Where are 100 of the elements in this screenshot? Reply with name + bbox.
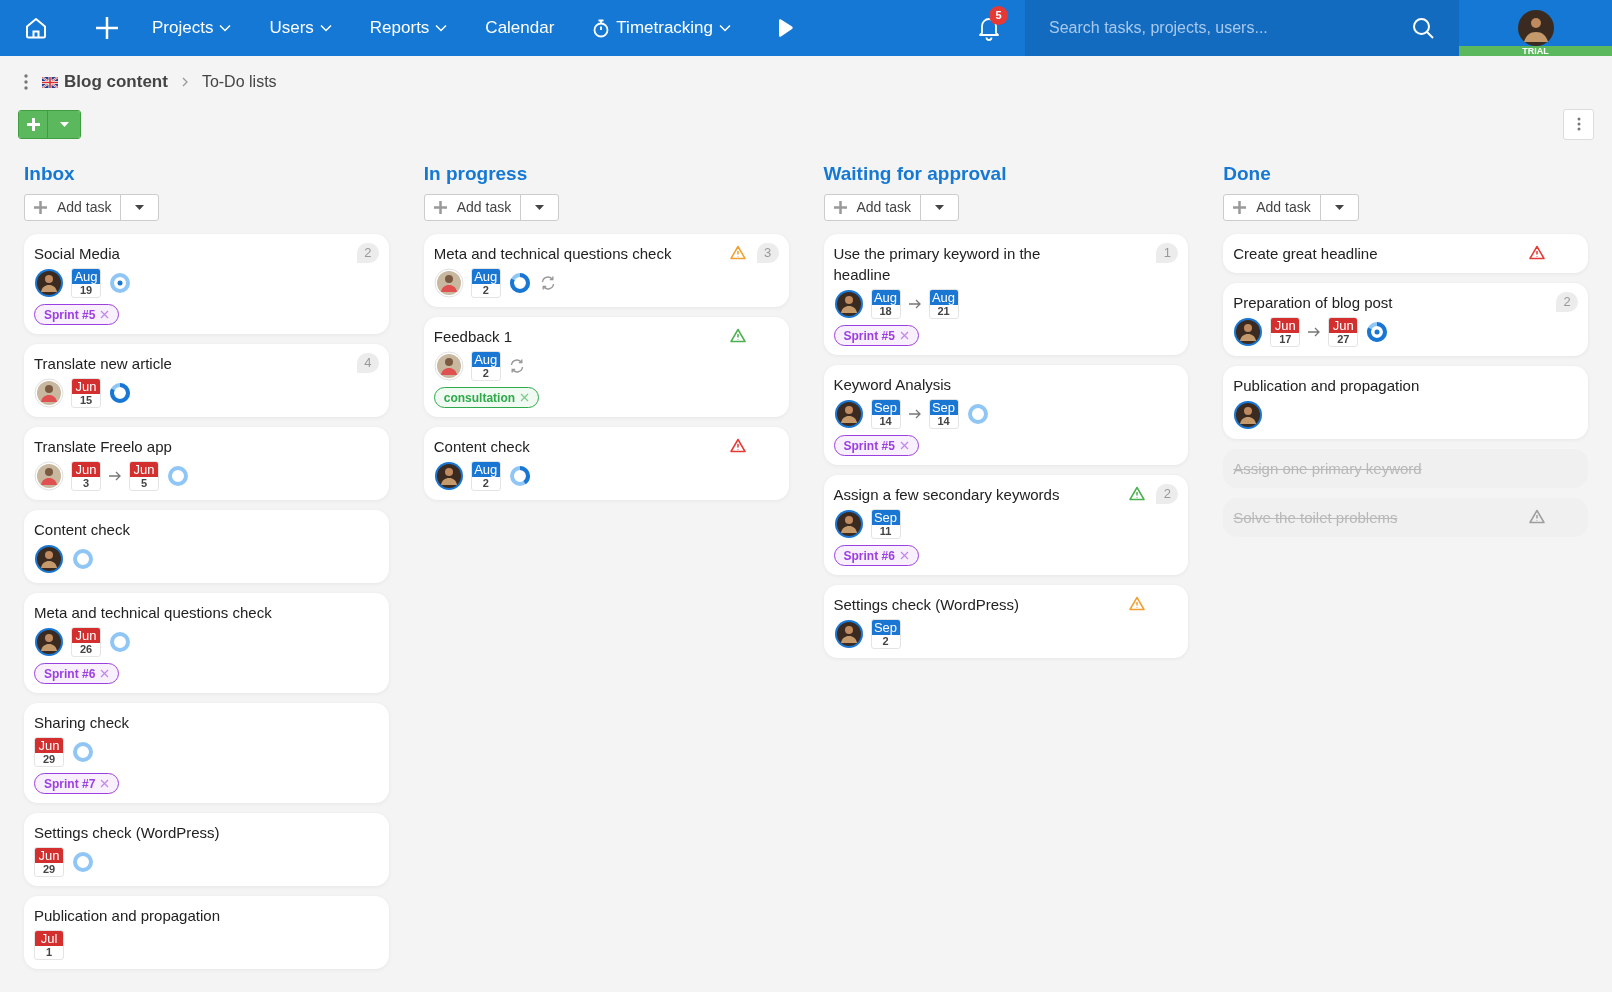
date-badge: Sep 14 bbox=[928, 399, 959, 429]
search-icon[interactable] bbox=[1411, 16, 1436, 40]
task-card[interactable]: Social Media 2 Aug 19 Sprint #5 bbox=[24, 234, 389, 334]
date-badge: Sep 2 bbox=[870, 619, 901, 649]
comment-count: 2 bbox=[1556, 292, 1578, 312]
arrow-right-icon bbox=[907, 409, 922, 419]
breadcrumb-link[interactable]: Blog content bbox=[64, 69, 168, 95]
date-badge: Sep 11 bbox=[870, 509, 901, 539]
task-card[interactable]: Content check Aug 2 bbox=[423, 427, 789, 500]
comment-count: 2 bbox=[1156, 484, 1179, 504]
plus-icon bbox=[433, 201, 447, 214]
arrow-right-icon bbox=[1307, 327, 1322, 337]
date-badge: Jun 3 bbox=[71, 461, 101, 491]
task-title: Assign one primary keyword bbox=[1233, 459, 1422, 479]
task-title: Content check bbox=[34, 520, 130, 540]
task-card[interactable]: Meta and technical questions check Jun 26 Sprint #6 bbox=[24, 593, 389, 693]
tag[interactable]: Sprint #6 bbox=[833, 545, 919, 566]
chevron-down-icon bbox=[435, 24, 448, 32]
comment-count: 1 bbox=[1156, 243, 1179, 263]
nav-menu-item[interactable]: Reports bbox=[369, 15, 448, 41]
task-title: Sharing check bbox=[34, 713, 130, 733]
task-title: Use the primary keyword in the headline bbox=[833, 244, 1042, 285]
close-icon[interactable] bbox=[899, 551, 909, 560]
more-vertical-icon bbox=[1576, 117, 1581, 131]
task-card[interactable]: Translate Freelo app Jun 3 Jun 5 bbox=[24, 427, 389, 500]
date-badge: Jun 5 bbox=[129, 461, 159, 491]
nav-menu-item[interactable]: Timetracking bbox=[592, 15, 732, 41]
search-field[interactable]: Search tasks, projects, users... bbox=[1025, 0, 1460, 56]
task-title: Publication and propagation bbox=[34, 906, 220, 926]
task-title: Preparation of blog post bbox=[1233, 293, 1393, 313]
task-card[interactable]: Translate new article 4 Jun 15 bbox=[24, 344, 389, 417]
date-badge: Jun 15 bbox=[71, 378, 101, 408]
comment-count: 2 bbox=[356, 243, 379, 263]
date-badge: Jun 27 bbox=[1328, 317, 1359, 347]
date-badge: Aug 2 bbox=[470, 268, 501, 298]
task-card[interactable]: Settings check (WordPress) Jun 29 bbox=[24, 813, 389, 886]
arrow-right-icon bbox=[907, 299, 922, 309]
play-icon[interactable] bbox=[777, 19, 794, 37]
plus-icon[interactable] bbox=[94, 15, 120, 41]
close-icon[interactable] bbox=[100, 669, 110, 678]
close-icon[interactable] bbox=[100, 779, 110, 788]
task-card[interactable]: Content check bbox=[24, 510, 389, 583]
close-icon[interactable] bbox=[100, 310, 110, 319]
tag[interactable]: Sprint #5 bbox=[833, 325, 919, 346]
task-title: Translate Freelo app bbox=[34, 437, 172, 457]
task-title: Solve the toilet problems bbox=[1233, 508, 1398, 528]
nav-menu-item[interactable]: Projects bbox=[152, 15, 232, 41]
task-title: Settings check (WordPress) bbox=[833, 595, 1020, 615]
task-title: Settings check (WordPress) bbox=[34, 823, 220, 843]
task-card[interactable]: Create great headline bbox=[1223, 234, 1588, 273]
tag[interactable]: Sprint #6 bbox=[34, 663, 120, 684]
tag[interactable]: Sprint #7 bbox=[34, 773, 120, 794]
task-card[interactable]: Preparation of blog post 2 Jun 17 Jun 27 bbox=[1223, 283, 1588, 356]
flag-icon bbox=[42, 76, 58, 88]
date-badge: Sep 14 bbox=[870, 399, 901, 429]
plus-icon bbox=[1233, 201, 1247, 214]
task-card[interactable]: Publication and propagation Jul 1 bbox=[24, 896, 389, 969]
tag[interactable]: Sprint #5 bbox=[34, 304, 120, 325]
notification-badge: 5 bbox=[989, 6, 1009, 25]
task-card[interactable]: Settings check (WordPress) Sep 2 bbox=[823, 585, 1189, 658]
nav-menu-item[interactable]: Calendar bbox=[485, 15, 555, 41]
column-title: Inbox bbox=[24, 162, 76, 186]
task-title: Create great headline bbox=[1233, 244, 1378, 264]
plus-icon bbox=[26, 117, 40, 131]
plus-icon bbox=[34, 201, 47, 214]
chevron-down-icon bbox=[319, 24, 332, 32]
home-icon[interactable] bbox=[24, 16, 48, 40]
chevron-down-icon bbox=[219, 24, 232, 32]
arrow-right-icon bbox=[108, 471, 122, 481]
task-card[interactable]: Publication and propagation bbox=[1223, 366, 1588, 439]
add-button[interactable] bbox=[19, 110, 48, 138]
task-title: Meta and technical questions check bbox=[433, 244, 672, 264]
close-icon[interactable] bbox=[899, 441, 909, 450]
stopwatch-icon bbox=[592, 18, 611, 38]
task-card[interactable]: Keyword Analysis Sep 14 Sep 14 Sprint #5 bbox=[823, 365, 1189, 465]
date-badge: Aug 2 bbox=[470, 351, 501, 381]
date-badge: Aug 19 bbox=[71, 268, 101, 298]
task-card[interactable]: Sharing check Jun 29 Sprint #7 bbox=[24, 703, 389, 803]
task-title: Social Media bbox=[34, 244, 120, 264]
nav-menu-item[interactable]: Users bbox=[269, 15, 332, 41]
date-badge: Jun 17 bbox=[1270, 317, 1301, 347]
dropdown-button[interactable] bbox=[48, 110, 80, 138]
search-input[interactable]: Search tasks, projects, users... bbox=[1049, 16, 1412, 40]
date-badge: Jul 1 bbox=[34, 930, 64, 960]
task-card[interactable]: Meta and technical questions check 3 Aug 2 bbox=[423, 234, 789, 307]
caret-icon bbox=[135, 205, 145, 210]
caret-icon bbox=[935, 205, 944, 210]
comment-count: 4 bbox=[356, 353, 379, 373]
close-icon[interactable] bbox=[899, 331, 909, 340]
date-badge: Aug 21 bbox=[928, 289, 959, 319]
task-card[interactable]: Use the primary keyword in the headline 1 Aug 18 Aug 21 Sprint #5 bbox=[823, 234, 1189, 355]
task-card[interactable]: Assign a few secondary keywords 2 Sep 11 Sprint #6 bbox=[823, 475, 1189, 575]
user-avatar[interactable] bbox=[1517, 10, 1554, 46]
task-title: Publication and propagation bbox=[1233, 376, 1420, 396]
chevron-down-icon bbox=[719, 24, 732, 32]
more-vertical-icon[interactable] bbox=[24, 74, 28, 90]
task-title: Keyword Analysis bbox=[833, 375, 952, 395]
trial-badge: TRIAL bbox=[1459, 46, 1612, 56]
task-title: Translate new article bbox=[34, 354, 172, 374]
tag[interactable]: Sprint #5 bbox=[833, 435, 919, 456]
